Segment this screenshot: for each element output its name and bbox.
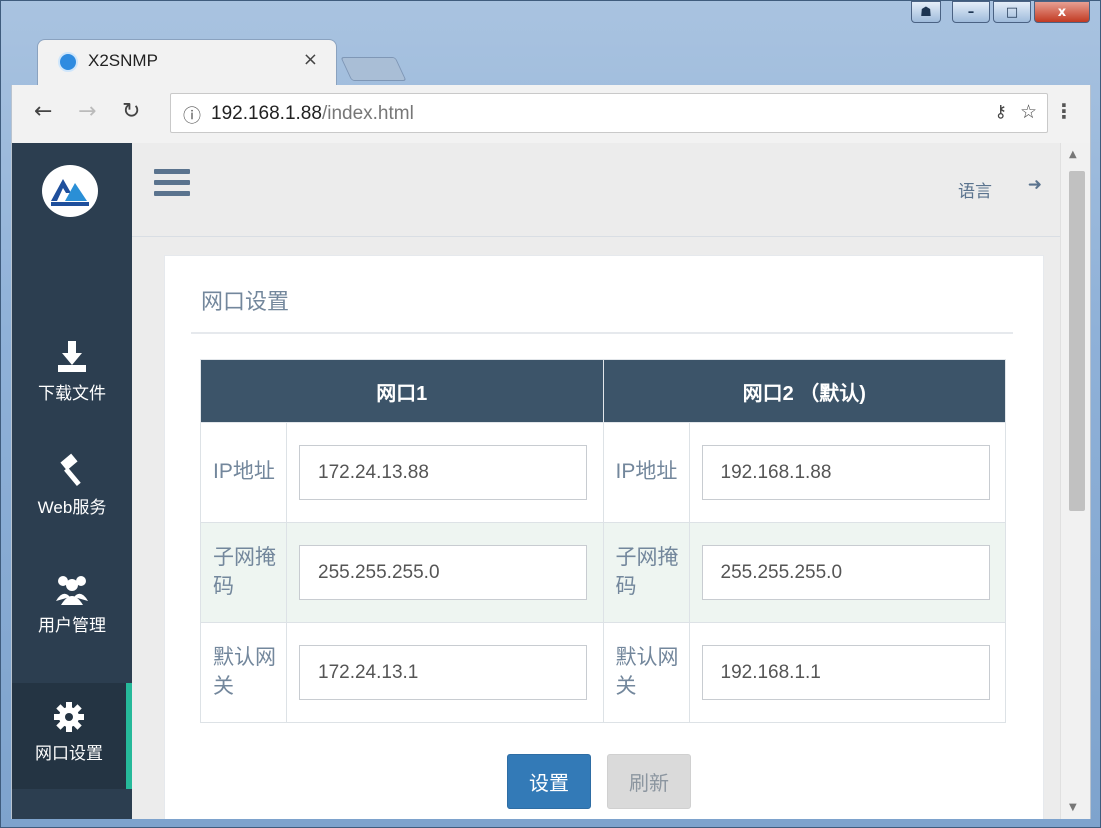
back-arrow-icon[interactable]: ← <box>34 99 52 124</box>
sidebar-item-label: 用户管理 <box>38 616 106 635</box>
scroll-down-icon[interactable]: ▼ <box>1069 802 1077 813</box>
top-nav: 语言 ➜ <box>132 143 1062 237</box>
sidebar-item-web-service[interactable]: Web服务 <box>12 453 132 543</box>
scroll-up-icon[interactable]: ▲ <box>1069 149 1077 160</box>
minimize-button[interactable]: – <box>952 1 990 23</box>
sidebar-item-network-settings[interactable]: 网口设置 <box>12 683 132 789</box>
sidebar: 下载文件 Web服务 用户管理 网口设置 <box>12 143 132 819</box>
url-path: /index.html <box>321 103 414 124</box>
ip-address-label: IP地址 <box>602 422 690 523</box>
browser-menu-icon[interactable]: ⋮ <box>1054 99 1074 123</box>
port2-subnet-input[interactable] <box>701 545 990 600</box>
port2-ip-input[interactable] <box>701 445 990 500</box>
tab-title: X2SNMP <box>88 51 158 70</box>
bookmark-star-icon[interactable]: ☆ <box>1020 101 1037 123</box>
address-bar[interactable]: ⓘ 192.168.1.88/index.html ⚷ ☆ <box>170 93 1048 133</box>
info-icon[interactable]: ⓘ <box>183 102 201 128</box>
sidebar-item-download[interactable]: 下载文件 <box>12 339 132 429</box>
set-button[interactable]: 设置 <box>507 754 591 809</box>
table-row: 子网掩码 子网掩码 <box>200 522 1006 623</box>
subnet-mask-label: 子网掩码 <box>602 522 690 623</box>
favicon-icon <box>58 52 78 72</box>
new-tab-button[interactable] <box>340 57 407 81</box>
maximize-button[interactable]: □ <box>993 1 1031 23</box>
port1-gateway-input[interactable] <box>299 645 587 700</box>
users-icon <box>56 576 88 605</box>
network-port-table: 网口1 网口2 （默认) IP地址 IP地址 子网掩码 子网掩码 默认网关 <box>200 359 1006 723</box>
sidebar-item-label: 网口设置 <box>35 744 103 763</box>
column-header-port1: 网口1 <box>200 359 604 423</box>
port2-gateway-input[interactable] <box>701 645 990 700</box>
page-viewport: 下载文件 Web服务 用户管理 网口设置 语言 ➜ 网口设置 网口1 网口2 （… <box>11 143 1091 819</box>
download-icon <box>58 341 86 372</box>
refresh-button[interactable]: 刷新 <box>607 754 691 809</box>
gavel-icon <box>60 453 81 486</box>
table-row: IP地址 IP地址 <box>200 422 1006 523</box>
language-link[interactable]: 语言 <box>958 177 992 202</box>
key-icon[interactable]: ⚷ <box>995 102 1007 122</box>
gateway-label: 默认网关 <box>200 622 287 723</box>
tab-close-icon[interactable]: × <box>303 49 318 70</box>
column-header-port2: 网口2 （默认) <box>602 359 1006 423</box>
gear-icon <box>54 702 84 732</box>
url-text[interactable]: 192.168.1.88/index.html <box>211 103 414 125</box>
subnet-mask-label: 子网掩码 <box>200 522 287 623</box>
page-title: 网口设置 <box>201 289 290 314</box>
close-window-button[interactable]: x <box>1034 1 1090 23</box>
port1-ip-input[interactable] <box>299 445 587 500</box>
user-switch-icon[interactable]: ☗ <box>911 1 941 23</box>
forward-arrow-icon[interactable]: → <box>78 99 96 124</box>
gateway-label: 默认网关 <box>602 622 690 723</box>
browser-window: ☗ – □ x X2SNMP × ← → ↻ ⓘ 192.168.1.88/in… <box>0 0 1101 828</box>
sidebar-item-label: 下载文件 <box>38 384 106 403</box>
url-host: 192.168.1.88 <box>211 103 322 124</box>
network-settings-panel: 网口设置 网口1 网口2 （默认) IP地址 IP地址 子网掩码 子网掩码 <box>164 255 1044 819</box>
window-controls: ☗ – □ x <box>911 1 1090 27</box>
sidebar-item-user-management[interactable]: 用户管理 <box>12 571 132 661</box>
logo-mark-icon <box>51 179 89 206</box>
divider <box>191 332 1013 334</box>
logo <box>42 165 98 217</box>
browser-tab[interactable]: X2SNMP × <box>37 39 337 85</box>
hamburger-menu-icon[interactable] <box>154 169 190 199</box>
reload-icon[interactable]: ↻ <box>122 99 140 124</box>
port1-subnet-input[interactable] <box>299 545 587 600</box>
browser-toolbar: ← → ↻ ⓘ 192.168.1.88/index.html ⚷ ☆ ⋮ <box>11 85 1091 143</box>
scrollbar-thumb[interactable] <box>1069 171 1085 511</box>
logout-icon[interactable]: ➜ <box>1028 175 1042 195</box>
ip-address-label: IP地址 <box>200 422 287 523</box>
table-row: 默认网关 默认网关 <box>200 622 1006 723</box>
sidebar-item-label: Web服务 <box>37 498 107 517</box>
vertical-scrollbar[interactable]: ▲ ▼ <box>1060 143 1090 819</box>
